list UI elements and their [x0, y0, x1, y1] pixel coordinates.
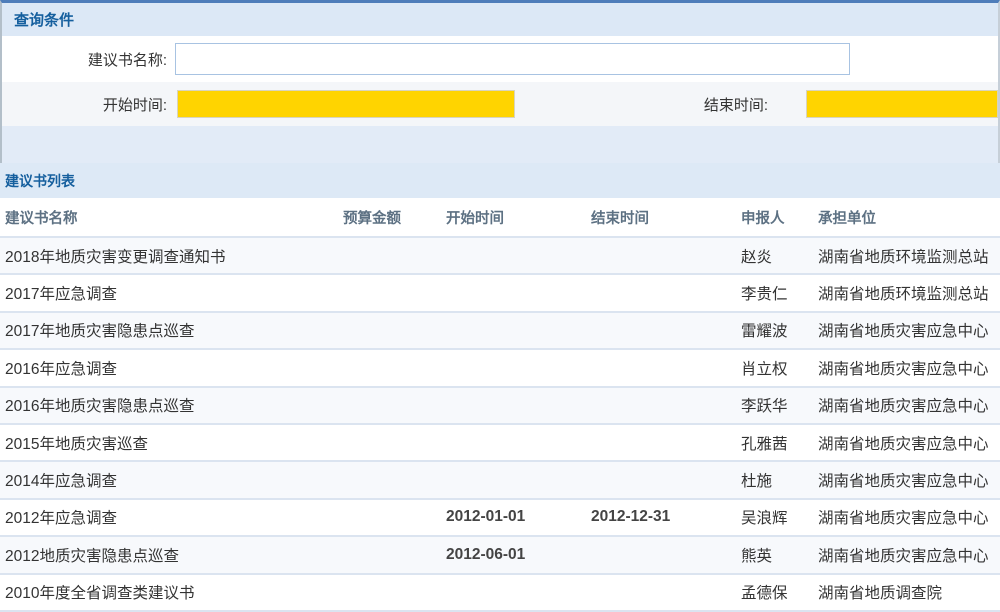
cell-start-time: 2012-06-01 — [446, 546, 591, 564]
column-header-start-time: 开始时间 — [446, 207, 591, 228]
column-header-unit: 承担单位 — [818, 207, 1000, 228]
cell-applicant: 孔雅茜 — [741, 432, 818, 454]
table-row[interactable]: 2012年应急调查 2012-01-01 2012-12-31 吴浪辉 湖南省地… — [0, 500, 1000, 537]
query-section: 查询条件 建议书名称: 开始时间: 结束时间: — [0, 0, 1000, 163]
cell-proposal-name: 2017年应急调查 — [0, 282, 343, 304]
table-row[interactable]: 2016年地质灾害隐患点巡查 李跃华 湖南省地质灾害应急中心 — [0, 388, 1000, 425]
start-time-input[interactable] — [177, 90, 515, 118]
cell-applicant: 赵炎 — [741, 245, 818, 267]
list-section: 建议书列表 建议书名称 预算金额 开始时间 结束时间 申报人 承担单位 2018… — [0, 163, 1000, 612]
cell-unit: 湖南省地质灾害应急中心 — [818, 319, 1000, 341]
cell-unit: 湖南省地质灾害应急中心 — [818, 357, 1000, 379]
cell-unit: 湖南省地质环境监测总站 — [818, 245, 1000, 267]
cell-applicant: 杜施 — [741, 469, 818, 491]
end-time-input[interactable] — [806, 90, 998, 118]
table-row[interactable]: 2010年度全省调查类建议书 孟德保 湖南省地质调查院 — [0, 575, 1000, 612]
cell-unit: 湖南省地质灾害应急中心 — [818, 506, 1000, 528]
table-body: 2018年地质灾害变更调查通知书 赵炎 湖南省地质环境监测总站 2017年应急调… — [0, 238, 1000, 612]
table-row[interactable]: 2018年地质灾害变更调查通知书 赵炎 湖南省地质环境监测总站 — [0, 238, 1000, 275]
cell-unit: 湖南省地质灾害应急中心 — [818, 544, 1000, 566]
cell-proposal-name: 2012地质灾害隐患点巡查 — [0, 544, 343, 566]
cell-proposal-name: 2015年地质灾害巡查 — [0, 432, 343, 454]
page: 查询条件 建议书名称: 开始时间: 结束时间: 建议书列表 建议书名称 预算金额… — [0, 0, 1000, 612]
list-section-title: 建议书列表 — [5, 171, 75, 191]
list-section-header: 建议书列表 — [0, 163, 1000, 198]
column-header-applicant: 申报人 — [741, 207, 818, 228]
column-header-budget: 预算金额 — [343, 207, 446, 228]
query-section-title: 查询条件 — [14, 9, 74, 30]
cell-end-time: 2012-12-31 — [591, 508, 741, 526]
cell-proposal-name: 2018年地质灾害变更调查通知书 — [0, 245, 343, 267]
query-section-header: 查询条件 — [2, 3, 998, 36]
cell-unit: 湖南省地质环境监测总站 — [818, 282, 1000, 304]
cell-applicant: 雷耀波 — [741, 319, 818, 341]
cell-unit: 湖南省地质灾害应急中心 — [818, 469, 1000, 491]
cell-unit: 湖南省地质灾害应急中心 — [818, 394, 1000, 416]
cell-proposal-name: 2010年度全省调查类建议书 — [0, 581, 343, 603]
table-row[interactable]: 2017年地质灾害隐患点巡查 雷耀波 湖南省地质灾害应急中心 — [0, 313, 1000, 350]
cell-applicant: 孟德保 — [741, 581, 818, 603]
cell-applicant: 肖立权 — [741, 357, 818, 379]
table-header-row: 建议书名称 预算金额 开始时间 结束时间 申报人 承担单位 — [0, 198, 1000, 238]
cell-applicant: 李贵仁 — [741, 282, 818, 304]
table-row[interactable]: 2015年地质灾害巡查 孔雅茜 湖南省地质灾害应急中心 — [0, 425, 1000, 462]
cell-unit: 湖南省地质灾害应急中心 — [818, 432, 1000, 454]
proposal-name-input[interactable] — [175, 43, 850, 75]
start-time-label: 开始时间: — [2, 94, 167, 115]
table-row[interactable]: 2014年应急调查 杜施 湖南省地质灾害应急中心 — [0, 462, 1000, 499]
cell-proposal-name: 2016年应急调查 — [0, 357, 343, 379]
cell-applicant: 熊英 — [741, 544, 818, 566]
table-row[interactable]: 2012地质灾害隐患点巡查 2012-06-01 熊英 湖南省地质灾害应急中心 — [0, 537, 1000, 574]
cell-start-time: 2012-01-01 — [446, 508, 591, 526]
time-range-row: 开始时间: 结束时间: — [2, 82, 998, 126]
cell-proposal-name: 2017年地质灾害隐患点巡查 — [0, 319, 343, 341]
end-time-label: 结束时间: — [515, 94, 768, 115]
column-header-end-time: 结束时间 — [591, 207, 741, 228]
cell-proposal-name: 2014年应急调查 — [0, 469, 343, 491]
proposal-name-row: 建议书名称: — [2, 36, 998, 82]
column-header-proposal-name: 建议书名称 — [0, 207, 343, 228]
cell-unit: 湖南省地质调查院 — [818, 581, 1000, 603]
cell-applicant: 李跃华 — [741, 394, 818, 416]
table-row[interactable]: 2016年应急调查 肖立权 湖南省地质灾害应急中心 — [0, 350, 1000, 387]
cell-proposal-name: 2016年地质灾害隐患点巡查 — [0, 394, 343, 416]
table-row[interactable]: 2017年应急调查 李贵仁 湖南省地质环境监测总站 — [0, 275, 1000, 312]
cell-applicant: 吴浪辉 — [741, 506, 818, 528]
proposal-name-label: 建议书名称: — [2, 49, 167, 70]
cell-proposal-name: 2012年应急调查 — [0, 506, 343, 528]
